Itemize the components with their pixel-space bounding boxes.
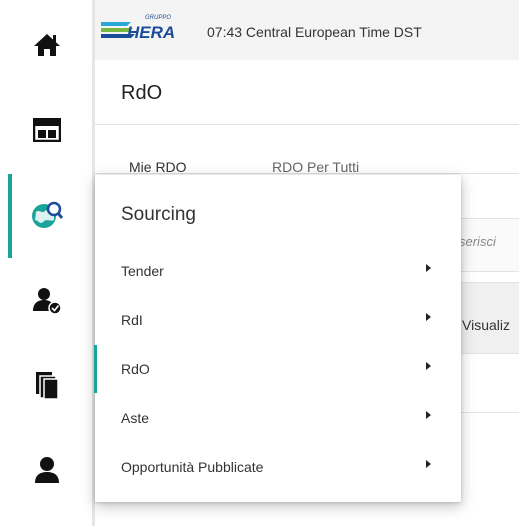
top-bar: GRUPPO HERA 07:43 Central European Time … <box>95 0 519 60</box>
menu-item-label: RdO <box>121 361 150 377</box>
caret-right-icon <box>426 362 431 370</box>
rail-item-home[interactable] <box>0 15 94 75</box>
globe-search-icon <box>32 201 64 228</box>
menu-item-opportunita-pubblicate[interactable]: Opportunità Pubblicate <box>95 443 461 491</box>
caret-right-icon <box>426 460 431 468</box>
side-rail <box>0 0 94 526</box>
menu-item-label: Tender <box>121 263 164 279</box>
clock-display: 07:43 Central European Time DST <box>207 24 422 40</box>
page-title: RdO <box>121 82 163 104</box>
user-icon <box>35 457 59 483</box>
menu-item-label: Opportunità Pubblicate <box>121 459 264 475</box>
menu-item-tender[interactable]: Tender <box>95 247 461 295</box>
rail-item-dashboard[interactable] <box>0 100 94 160</box>
visualizza-button[interactable]: Visualiz <box>462 317 510 333</box>
hera-logo: GRUPPO HERA <box>101 10 175 44</box>
rail-item-sourcing[interactable] <box>0 185 94 245</box>
tab-bar: Mie RDO RDO Per Tutti <box>95 125 519 175</box>
menu-item-aste[interactable]: Aste <box>95 394 461 442</box>
flyout-title: Sourcing <box>121 204 196 225</box>
menu-item-label: RdI <box>121 312 143 328</box>
rail-item-documents[interactable] <box>0 355 94 415</box>
dashboard-icon <box>33 118 61 142</box>
caret-right-icon <box>426 411 431 419</box>
user-check-icon <box>33 288 62 315</box>
home-icon <box>34 34 60 56</box>
documents-icon <box>36 372 59 400</box>
rail-item-users-check[interactable] <box>0 270 94 330</box>
svg-text:GRUPPO: GRUPPO <box>145 15 171 21</box>
rail-item-profile[interactable] <box>0 440 94 500</box>
caret-right-icon <box>426 264 431 272</box>
menu-item-rdi[interactable]: RdI <box>95 296 461 344</box>
tab-mie-rdo[interactable]: Mie RDO <box>129 159 187 175</box>
menu-item-rdo[interactable]: RdO <box>95 345 461 393</box>
sourcing-flyout-menu: Sourcing Tender RdI RdO Aste Opportunità… <box>94 175 461 502</box>
svg-text:HERA: HERA <box>127 23 175 42</box>
menu-item-label: Aste <box>121 410 150 426</box>
tab-rdo-per-tutti[interactable]: RDO Per Tutti <box>272 159 359 175</box>
caret-right-icon <box>426 313 431 321</box>
title-bar: RdO <box>95 60 519 125</box>
search-input[interactable]: serisci <box>459 234 496 249</box>
